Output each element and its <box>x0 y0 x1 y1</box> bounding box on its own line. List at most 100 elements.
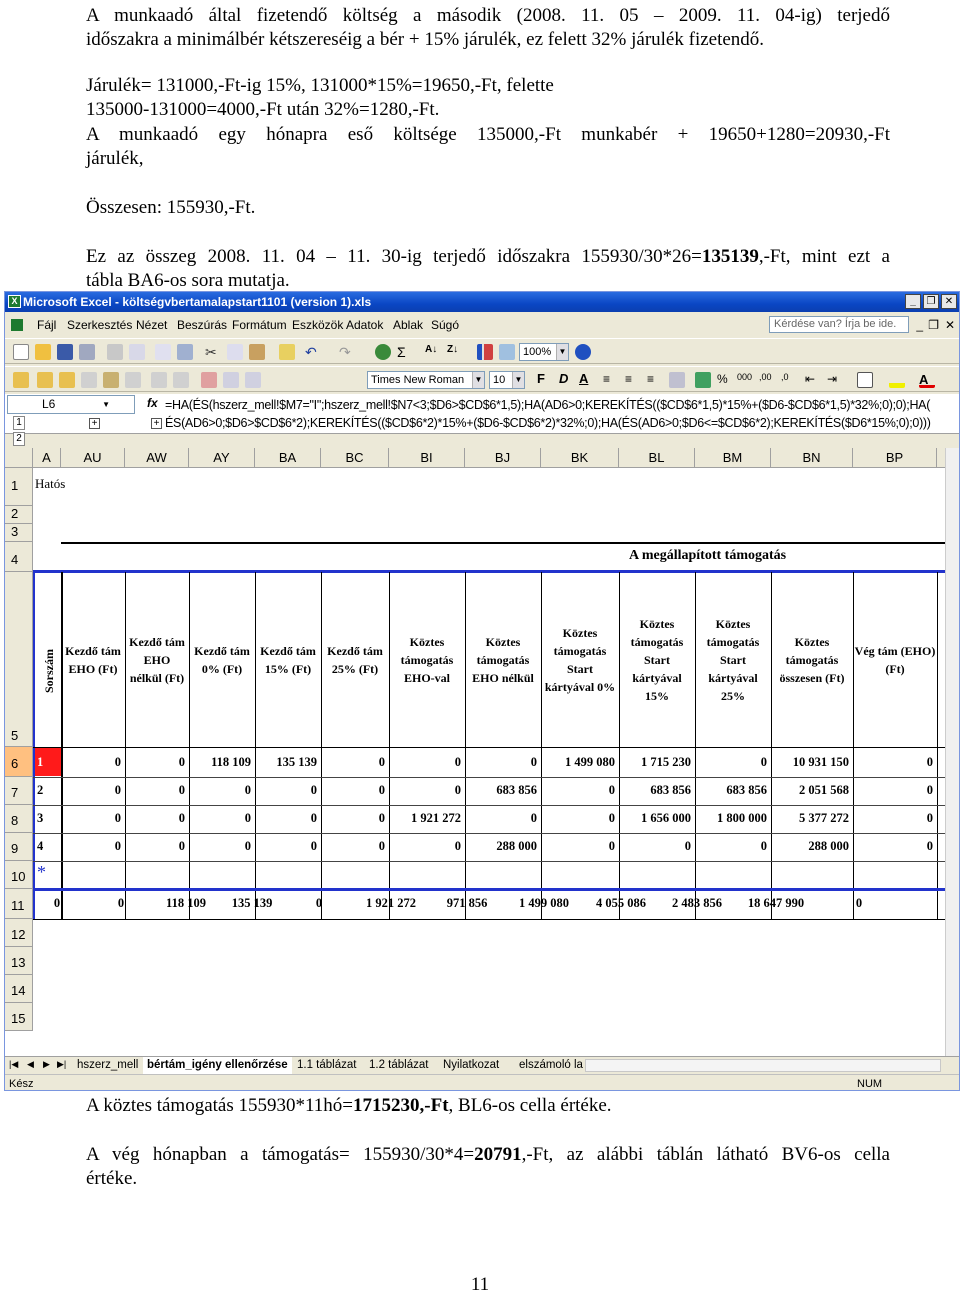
total-cell[interactable]: 0 <box>25 896 89 911</box>
chart-wizard-icon[interactable] <box>477 344 493 360</box>
row-number-cell[interactable]: 1 <box>37 755 51 770</box>
menu-view[interactable]: Nézet <box>136 314 167 336</box>
total-cell[interactable]: 971 856 <box>429 896 505 911</box>
print-icon[interactable] <box>107 344 123 360</box>
fx-icon[interactable]: fx <box>147 396 158 410</box>
table-cell[interactable]: 1 656 000 <box>619 811 691 826</box>
toolbar-icon-10[interactable] <box>223 372 239 388</box>
table-cell[interactable]: 0 <box>125 811 185 826</box>
row-header[interactable]: 3 <box>5 524 33 542</box>
column-header[interactable]: BC <box>321 448 389 468</box>
table-cell[interactable]: 2 051 568 <box>771 783 849 798</box>
column-header[interactable]: BJ <box>465 448 541 468</box>
menu-help[interactable]: Súgó <box>431 314 459 336</box>
table-cell[interactable]: 0 <box>853 811 933 826</box>
sheet-tab[interactable]: 1.2 táblázat <box>369 1057 428 1074</box>
total-cell[interactable]: 0 <box>89 896 153 911</box>
toolbar-icon-9[interactable] <box>201 372 217 388</box>
formula-input[interactable]: =HA(ÉS(hszerz_mell!$M7="I";hszerz_mell!$… <box>165 396 959 432</box>
total-cell[interactable]: 18 647 990 <box>735 896 817 911</box>
table-cell[interactable]: 0 <box>619 839 691 854</box>
font-color-icon[interactable]: A <box>919 372 935 388</box>
menu-data[interactable]: Adatok <box>346 314 383 336</box>
format-painter-icon[interactable] <box>279 344 295 360</box>
print-preview-icon[interactable] <box>129 344 145 360</box>
currency-icon[interactable] <box>695 372 711 388</box>
help-icon[interactable] <box>575 344 591 360</box>
menu-window[interactable]: Ablak <box>393 314 423 336</box>
column-header[interactable]: BI <box>389 448 465 468</box>
table-cell[interactable]: 0 <box>125 783 185 798</box>
table-cell[interactable]: 0 <box>321 755 385 770</box>
restore-button[interactable]: ❐ <box>923 294 939 309</box>
table-cell[interactable]: 0 <box>125 839 185 854</box>
table-cell[interactable]: 0 <box>321 783 385 798</box>
hyperlink-icon[interactable] <box>375 344 391 360</box>
column-header[interactable]: AU <box>61 448 125 468</box>
toolbar-icon-2[interactable] <box>37 372 53 388</box>
new-icon[interactable] <box>13 344 29 360</box>
column-header[interactable]: A <box>33 448 61 468</box>
drawing-icon[interactable] <box>499 344 515 360</box>
research-icon[interactable] <box>177 344 193 360</box>
sort-descending-icon[interactable]: Z↓ <box>447 344 463 360</box>
sheet-tab-active[interactable]: bértám_igény ellenőrzése <box>143 1057 292 1074</box>
table-cell[interactable]: 0 <box>389 755 461 770</box>
total-cell[interactable]: 135 139 <box>219 896 285 911</box>
italic-button[interactable]: D <box>559 371 568 386</box>
table-cell[interactable]: 10 931 150 <box>771 755 849 770</box>
table-cell[interactable]: 288 000 <box>465 839 537 854</box>
total-cell[interactable]: 1 499 080 <box>505 896 583 911</box>
row-header[interactable]: 2 <box>5 506 33 524</box>
increase-decimal-icon[interactable]: ,00 <box>759 372 775 388</box>
table-cell[interactable]: 0 <box>695 755 767 770</box>
row-header[interactable]: 7 <box>5 777 33 805</box>
table-cell[interactable]: 0 <box>541 811 615 826</box>
menu-format[interactable]: Formátum <box>232 314 287 336</box>
menu-insert[interactable]: Beszúrás <box>177 314 227 336</box>
table-cell[interactable]: 0 <box>125 755 185 770</box>
table-cell[interactable]: 0 <box>389 839 461 854</box>
table-cell[interactable]: 683 856 <box>465 783 537 798</box>
table-cell[interactable]: 0 <box>321 839 385 854</box>
table-cell[interactable]: 0 <box>853 839 933 854</box>
font-name-select[interactable]: Times New Roman ▼ <box>367 371 485 389</box>
menu-file[interactable]: Fájl <box>37 314 56 336</box>
table-cell[interactable]: 0 <box>189 783 251 798</box>
table-cell[interactable]: 0 <box>61 839 121 854</box>
table-cell[interactable]: 0 <box>255 811 317 826</box>
column-header[interactable]: BM <box>695 448 771 468</box>
toolbar-icon-6[interactable] <box>125 372 141 388</box>
table-cell[interactable]: 0 <box>853 755 933 770</box>
borders-icon[interactable] <box>857 372 873 388</box>
increase-indent-icon[interactable]: ⇥ <box>827 372 843 388</box>
doc-minimize-icon[interactable]: _ <box>916 314 923 336</box>
table-cell[interactable]: 0 <box>465 755 537 770</box>
select-all-corner[interactable] <box>5 448 33 468</box>
fill-color-icon[interactable] <box>889 372 905 388</box>
row-header[interactable]: 14 <box>5 975 33 1003</box>
outline-level-2[interactable]: 2 <box>13 432 25 446</box>
toolbar-icon-4[interactable] <box>81 372 97 388</box>
copy-icon[interactable] <box>227 344 243 360</box>
name-box[interactable]: L6 ▼ <box>7 395 135 414</box>
toolbar-icon-5[interactable] <box>103 372 119 388</box>
vertical-scrollbar[interactable] <box>945 448 959 1056</box>
doc-close-icon[interactable]: ✕ <box>945 314 955 336</box>
row-header[interactable]: 4 <box>5 542 33 572</box>
row-header[interactable]: 12 <box>5 919 33 947</box>
expand-group-icon[interactable]: + <box>89 418 100 429</box>
table-cell[interactable]: 0 <box>465 811 537 826</box>
table-cell[interactable]: 0 <box>389 783 461 798</box>
row-header[interactable]: 15 <box>5 1003 33 1031</box>
table-cell[interactable]: 0 <box>255 783 317 798</box>
underline-button[interactable]: A <box>579 371 588 386</box>
cut-icon[interactable]: ✂ <box>205 344 221 360</box>
column-header[interactable]: BA <box>255 448 321 468</box>
align-center-icon[interactable]: ≡ <box>625 372 641 388</box>
help-search-box[interactable]: Kérdése van? Írja be ide. <box>769 316 909 333</box>
row-header[interactable]: 10 <box>5 861 33 889</box>
table-cell[interactable]: 0 <box>61 755 121 770</box>
sort-ascending-icon[interactable]: A↓ <box>425 344 441 360</box>
minimize-button[interactable]: _ <box>905 294 921 309</box>
